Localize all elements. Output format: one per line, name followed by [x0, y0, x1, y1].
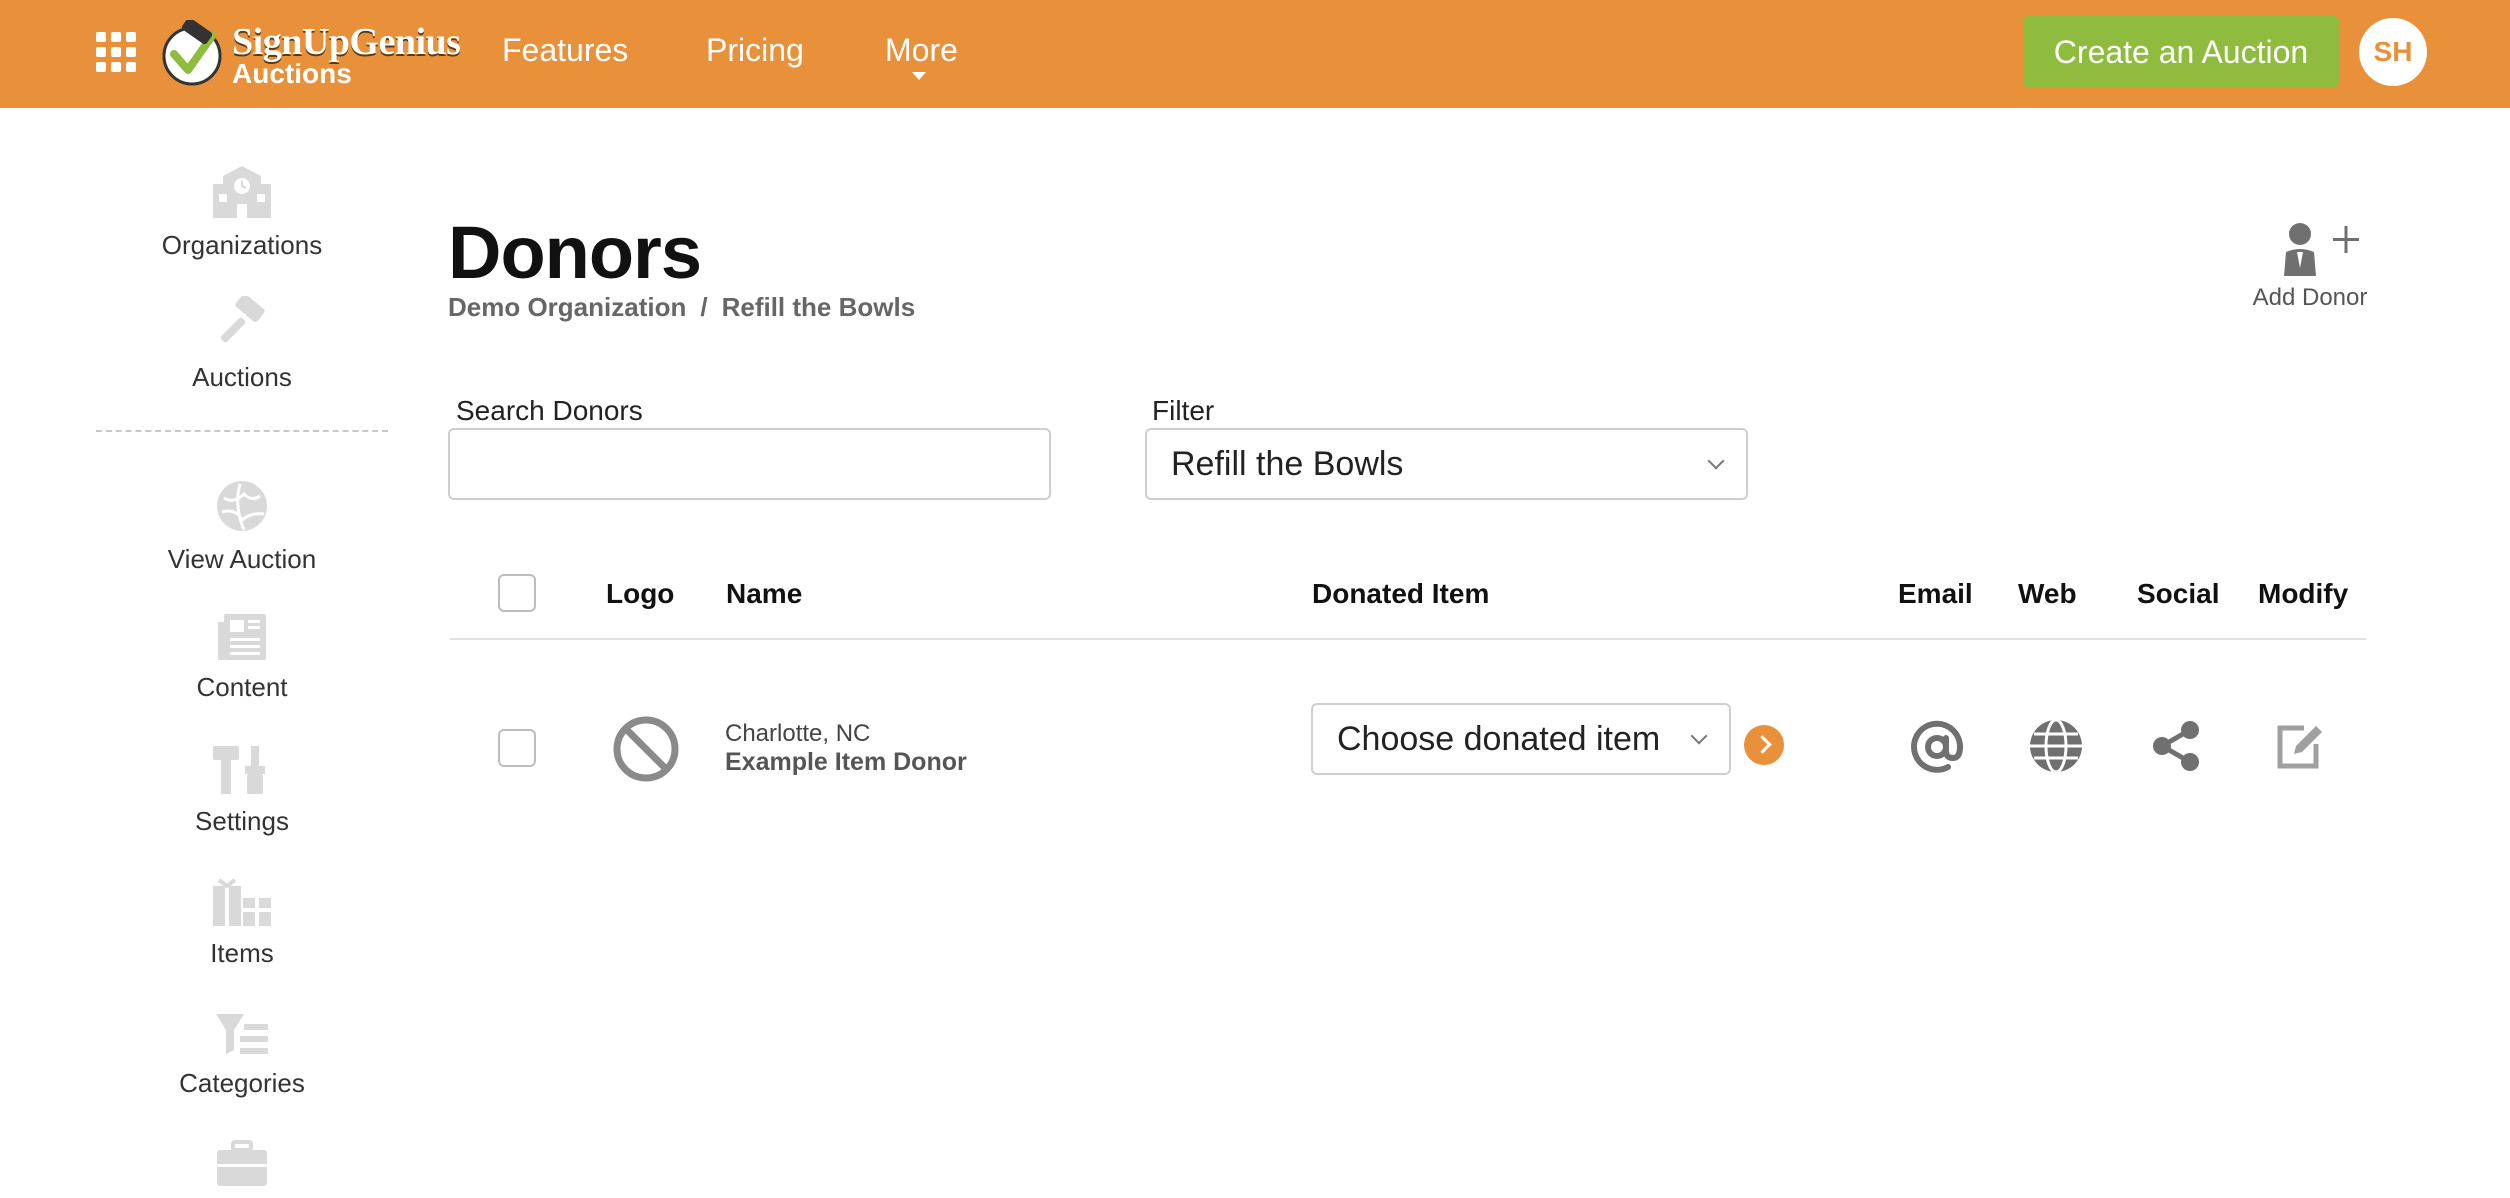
column-header-modify: Modify: [2258, 578, 2349, 609]
gifts-icon: [213, 878, 271, 926]
share-icon[interactable]: [2150, 720, 2202, 772]
tools-icon: [213, 746, 265, 794]
sidebar-item-auctions[interactable]: Auctions: [96, 296, 388, 393]
chevron-down-icon: [1690, 727, 1708, 745]
sidebar-item-settings[interactable]: Settings: [96, 744, 388, 837]
sidebar-item-label: Auctions: [192, 362, 292, 392]
donor-name[interactable]: Example Item Donor: [725, 748, 967, 777]
filter-label: Filter: [1152, 395, 1215, 426]
column-header-logo: Logo: [606, 578, 675, 609]
nav-features[interactable]: Features: [502, 32, 628, 69]
donated-item-selected-value: Choose donated item: [1337, 719, 1661, 758]
sidebar-item-label: Items: [210, 938, 274, 968]
apps-grid-icon[interactable]: [96, 32, 136, 72]
brand-subname: Auctions: [232, 58, 352, 89]
user-avatar[interactable]: SH: [2359, 18, 2427, 86]
sidebar-item-content[interactable]: Content: [96, 612, 388, 703]
add-donor-label: Add Donor: [2252, 284, 2368, 311]
column-header-email: Email: [1898, 578, 1973, 609]
column-header-donated-item: Donated Item: [1312, 578, 1490, 609]
breadcrumb-separator: /: [700, 292, 708, 322]
filter-selected-value: Refill the Bowls: [1171, 444, 1404, 483]
nav-pricing[interactable]: Pricing: [706, 32, 804, 69]
row-checkbox[interactable]: [498, 729, 536, 767]
sidebar-divider: [96, 430, 388, 432]
column-header-name: Name: [726, 578, 803, 609]
filter-select[interactable]: Refill the Bowls: [1145, 428, 1748, 500]
sidebar-item-label: Categories: [179, 1068, 305, 1098]
donated-item-select[interactable]: Choose donated item: [1311, 703, 1731, 775]
sidebar-item-categories[interactable]: Categories: [96, 1010, 388, 1099]
sidebar-item-label: Content: [196, 672, 288, 702]
school-building-icon: [213, 166, 271, 218]
brand-logo[interactable]: SignUpGenius Auctions: [160, 18, 461, 92]
breadcrumb: Demo Organization / Refill the Bowls: [448, 292, 915, 323]
column-header-web: Web: [2018, 578, 2077, 609]
briefcase-icon: [217, 1140, 267, 1186]
email-at-icon[interactable]: [1908, 718, 1966, 776]
gavel-icon: [220, 296, 265, 343]
column-header-social: Social: [2137, 578, 2220, 609]
chevron-right-circle-icon[interactable]: [1744, 725, 1784, 765]
nav-more[interactable]: More: [885, 32, 958, 69]
no-logo-icon: [613, 716, 679, 782]
sidebar-item-label: Settings: [195, 806, 289, 836]
search-donors-label: Search Donors: [456, 395, 643, 426]
sidebar-item-label: Organizations: [161, 230, 323, 260]
breadcrumb-auction[interactable]: Refill the Bowls: [722, 292, 916, 322]
sidebar-item-organizations[interactable]: Organizations: [96, 164, 388, 261]
breadcrumb-organization[interactable]: Demo Organization: [448, 292, 686, 322]
sidebar-item-label: View Auction: [167, 544, 317, 574]
edit-icon[interactable]: [2274, 720, 2326, 772]
table-header-divider: [450, 638, 2366, 640]
gavel-logo-icon: [162, 20, 222, 86]
filter-list-icon: [216, 1014, 268, 1054]
sidebar-item-items[interactable]: Items: [96, 876, 388, 969]
top-navigation-bar: SignUpGenius Auctions Features Pricing M…: [0, 0, 2510, 108]
donor-location: Charlotte, NC: [725, 720, 871, 747]
add-donor-button[interactable]: Add Donor: [2240, 222, 2380, 312]
sidebar-item-view-auction[interactable]: View Auction: [96, 478, 388, 575]
page-title: Donors: [448, 211, 702, 294]
sidebar-item-more[interactable]: [96, 1140, 388, 1198]
globe-icon: [217, 481, 267, 531]
search-donors-input[interactable]: [448, 428, 1051, 500]
select-all-checkbox[interactable]: [498, 574, 536, 612]
web-globe-icon[interactable]: [2028, 718, 2084, 774]
chevron-down-icon: [1707, 452, 1725, 470]
caret-down-icon: [912, 72, 926, 80]
newspaper-icon: [218, 614, 266, 660]
create-auction-button[interactable]: Create an Auction: [2023, 16, 2339, 88]
add-person-icon: [2284, 223, 2359, 276]
